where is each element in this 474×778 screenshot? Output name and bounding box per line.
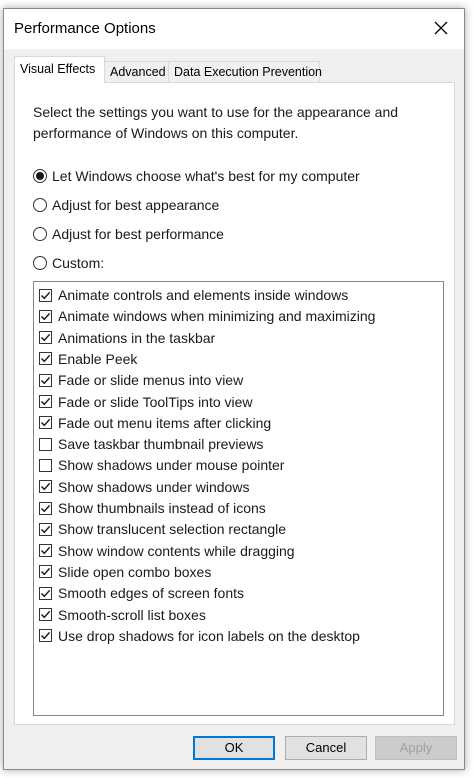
effect-label: Smooth-scroll list boxes [58, 606, 206, 623]
radio-best-appearance[interactable]: Adjust for best appearance [33, 194, 219, 216]
checkmark-icon [41, 504, 51, 512]
radio-button[interactable] [33, 198, 47, 212]
effect-label: Fade or slide menus into view [58, 372, 244, 389]
checkbox-checked[interactable] [39, 565, 52, 579]
radio-best-performance[interactable]: Adjust for best performance [33, 223, 224, 245]
effect-label: Smooth edges of screen fonts [58, 585, 244, 602]
tab-advanced[interactable]: Advanced [104, 61, 169, 82]
checkmark-icon [41, 291, 51, 299]
visual-effects-list[interactable]: Animate controls and elements inside win… [33, 281, 444, 716]
radio-button[interactable] [33, 169, 47, 183]
title-bar: Performance Options [4, 9, 464, 49]
checkmark-icon [41, 632, 51, 640]
effect-item[interactable]: Show window contents while dragging [39, 541, 295, 561]
effect-label: Fade or slide ToolTips into view [58, 393, 253, 410]
checkbox-checked[interactable] [39, 352, 52, 366]
effect-label: Animations in the taskbar [58, 329, 216, 346]
radio-label: Custom: [52, 255, 105, 271]
effect-label: Animate controls and elements inside win… [58, 287, 349, 303]
effect-item[interactable]: Fade or slide menus into view [39, 370, 243, 390]
effect-item[interactable]: Animations in the taskbar [39, 328, 215, 348]
effect-label: Show window contents while dragging [58, 542, 295, 559]
effect-item[interactable]: Use drop shadows for icon labels on the … [39, 626, 360, 646]
effect-label: Show shadows under mouse pointer [58, 457, 285, 474]
effect-item[interactable]: Enable Peek [39, 349, 137, 369]
dialog-title: Performance Options [14, 20, 156, 37]
checkbox-checked[interactable] [39, 331, 52, 345]
effect-label: Use drop shadows for icon labels on the … [58, 627, 360, 644]
radio-label: Let Windows choose what's best for my co… [52, 168, 360, 184]
effect-item[interactable]: Show shadows under windows [39, 477, 249, 497]
checkbox-checked[interactable] [39, 373, 52, 387]
effect-label: Save taskbar thumbnail previews [58, 436, 264, 453]
tab-visual-effects[interactable]: Visual Effects [14, 56, 105, 83]
apply-button[interactable]: Apply [375, 736, 457, 760]
effect-item[interactable]: Fade or slide ToolTips into view [39, 392, 253, 412]
radio-button[interactable] [33, 227, 47, 241]
radio-let-windows-choose[interactable]: Let Windows choose what's best for my co… [33, 165, 360, 187]
visual-effects-panel: Select the settings you want to use for … [14, 82, 455, 725]
radio-custom[interactable]: Custom: [33, 252, 104, 274]
tab-data-execution-prevention[interactable]: Data Execution Prevention [168, 61, 322, 82]
checkmark-icon [41, 397, 51, 406]
close-button[interactable] [418, 9, 464, 49]
checkbox-checked[interactable] [39, 522, 52, 536]
description-text: Select the settings you want to use for … [33, 104, 399, 141]
background-window-right-edge [468, 0, 474, 778]
effect-item[interactable]: Slide open combo boxes [39, 562, 211, 582]
checkbox-checked[interactable] [39, 288, 52, 302]
checkmark-icon [41, 334, 51, 342]
effect-label: Show translucent selection rectangle [58, 521, 287, 538]
effect-item[interactable]: Animate controls and elements inside win… [39, 285, 348, 305]
checkbox-checked[interactable] [39, 608, 52, 621]
effect-label: Show shadows under windows [58, 478, 250, 495]
effect-label: Slide open combo boxes [58, 563, 212, 580]
checkmark-icon [41, 355, 51, 363]
ok-button[interactable]: OK [193, 736, 275, 760]
checkbox-unchecked[interactable] [39, 437, 52, 451]
checkmark-icon [41, 419, 51, 427]
checkmark-icon [41, 589, 51, 598]
performance-options-dialog: Performance Options Visual Effects Advan… [3, 8, 465, 770]
checkmark-icon [41, 483, 51, 491]
effect-item[interactable]: Show thumbnails instead of icons [39, 498, 266, 518]
radio-label: Adjust for best performance [52, 226, 224, 242]
cancel-button[interactable]: Cancel [285, 736, 367, 760]
checkbox-checked[interactable] [39, 501, 52, 515]
checkmark-icon [41, 525, 51, 534]
radio-button[interactable] [33, 256, 47, 270]
checkbox-checked[interactable] [39, 480, 52, 494]
effect-item[interactable]: Save taskbar thumbnail previews [39, 434, 263, 454]
effect-label: Animate windows when minimizing and maxi… [58, 308, 376, 325]
checkmark-icon [41, 610, 51, 619]
effect-item[interactable]: Smooth-scroll list boxes [39, 605, 206, 625]
effect-item[interactable]: Fade out menu items after clicking [39, 413, 271, 433]
effect-item[interactable]: Show shadows under mouse pointer [39, 455, 284, 475]
checkbox-checked[interactable] [39, 416, 52, 430]
checkbox-checked[interactable] [39, 395, 52, 408]
checkmark-icon [41, 312, 51, 321]
checkmark-icon [41, 547, 51, 555]
effect-item[interactable]: Smooth edges of screen fonts [39, 583, 244, 603]
effect-label: Enable Peek [58, 350, 138, 367]
effect-item[interactable]: Show translucent selection rectangle [39, 519, 286, 539]
effect-label: Show thumbnails instead of icons [58, 500, 266, 516]
effect-item[interactable]: Animate windows when minimizing and maxi… [39, 306, 375, 326]
checkbox-checked[interactable] [39, 629, 52, 643]
effect-label: Fade out menu items after clicking [58, 414, 272, 431]
checkbox-unchecked[interactable] [39, 458, 52, 472]
checkbox-checked[interactable] [39, 309, 52, 323]
checkbox-checked[interactable] [39, 586, 52, 600]
radio-label: Adjust for best appearance [52, 197, 220, 213]
checkmark-icon [41, 568, 51, 576]
close-icon [434, 21, 448, 35]
checkmark-icon [41, 376, 51, 385]
checkbox-checked[interactable] [39, 544, 52, 558]
